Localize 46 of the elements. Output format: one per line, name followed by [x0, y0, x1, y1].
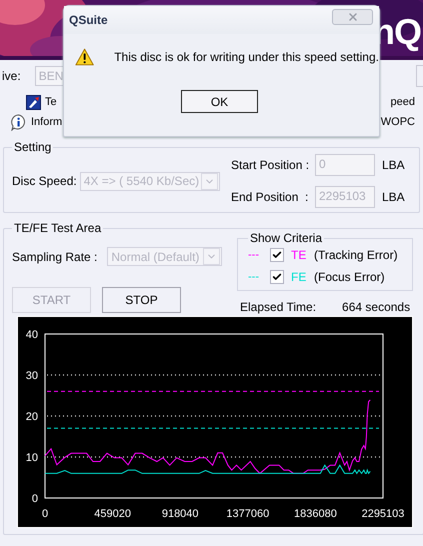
- axis-label: 1836080: [294, 508, 337, 520]
- axis-label: 2295103: [362, 508, 404, 520]
- axis-label: 0: [42, 508, 48, 520]
- dialog-title: QSuite: [69, 13, 108, 27]
- menu-item[interactable]: Inform: [31, 116, 62, 128]
- axis-label: 459020: [94, 508, 131, 520]
- unit-label: LBA: [381, 190, 406, 204]
- unit-label: LBA: [381, 158, 406, 172]
- axis-label: 30: [26, 370, 38, 382]
- tool-icon: [26, 94, 41, 110]
- ok-button[interactable]: OK: [181, 90, 258, 113]
- legend-dash: ---: [248, 271, 260, 283]
- action-button[interactable]: STOP: [102, 287, 181, 313]
- axis-label: 0: [32, 493, 38, 505]
- series-description: (Tracking Error): [314, 248, 398, 262]
- axis-label: 40: [26, 329, 38, 341]
- series-description: (Focus Error): [314, 270, 385, 284]
- field-label: End Position :: [231, 190, 310, 204]
- check-icon: [272, 272, 282, 282]
- axis-label: 10: [26, 452, 38, 464]
- field-label: Sampling Rate :: [12, 250, 98, 264]
- series-code: TE: [290, 248, 308, 262]
- group-title: TE/FE Test Area: [13, 221, 102, 235]
- field-label: Disc Speed:: [12, 174, 77, 188]
- group-title: Show Criteria: [249, 231, 324, 245]
- series-code: FE: [290, 270, 308, 284]
- axis-label: 918040: [162, 508, 199, 520]
- dialog-message: This disc is ok for writing under this speed setting.: [114, 50, 379, 64]
- elapsed-label: Elapsed Time:: [240, 300, 316, 314]
- check-icon: [272, 250, 282, 260]
- menu-item[interactable]: WOPC: [380, 116, 415, 128]
- checkbox[interactable]: [270, 248, 284, 262]
- caret-icon: [200, 172, 218, 190]
- caret-icon: [203, 248, 220, 265]
- group-title: Setting: [13, 140, 52, 154]
- axis-label: 1377060: [226, 508, 270, 520]
- legend-dash: ---: [248, 249, 260, 261]
- elapsed-value: 664 seconds: [342, 300, 410, 314]
- field-label: Start Position :: [231, 158, 310, 172]
- menu-item[interactable]: peed: [390, 96, 415, 108]
- close-icon: [346, 11, 358, 23]
- axis-label: 20: [26, 411, 38, 423]
- drive-label: ive:: [2, 69, 21, 83]
- checkbox[interactable]: [270, 270, 284, 284]
- menu-item[interactable]: Te: [45, 96, 57, 108]
- info-icon: [10, 114, 27, 130]
